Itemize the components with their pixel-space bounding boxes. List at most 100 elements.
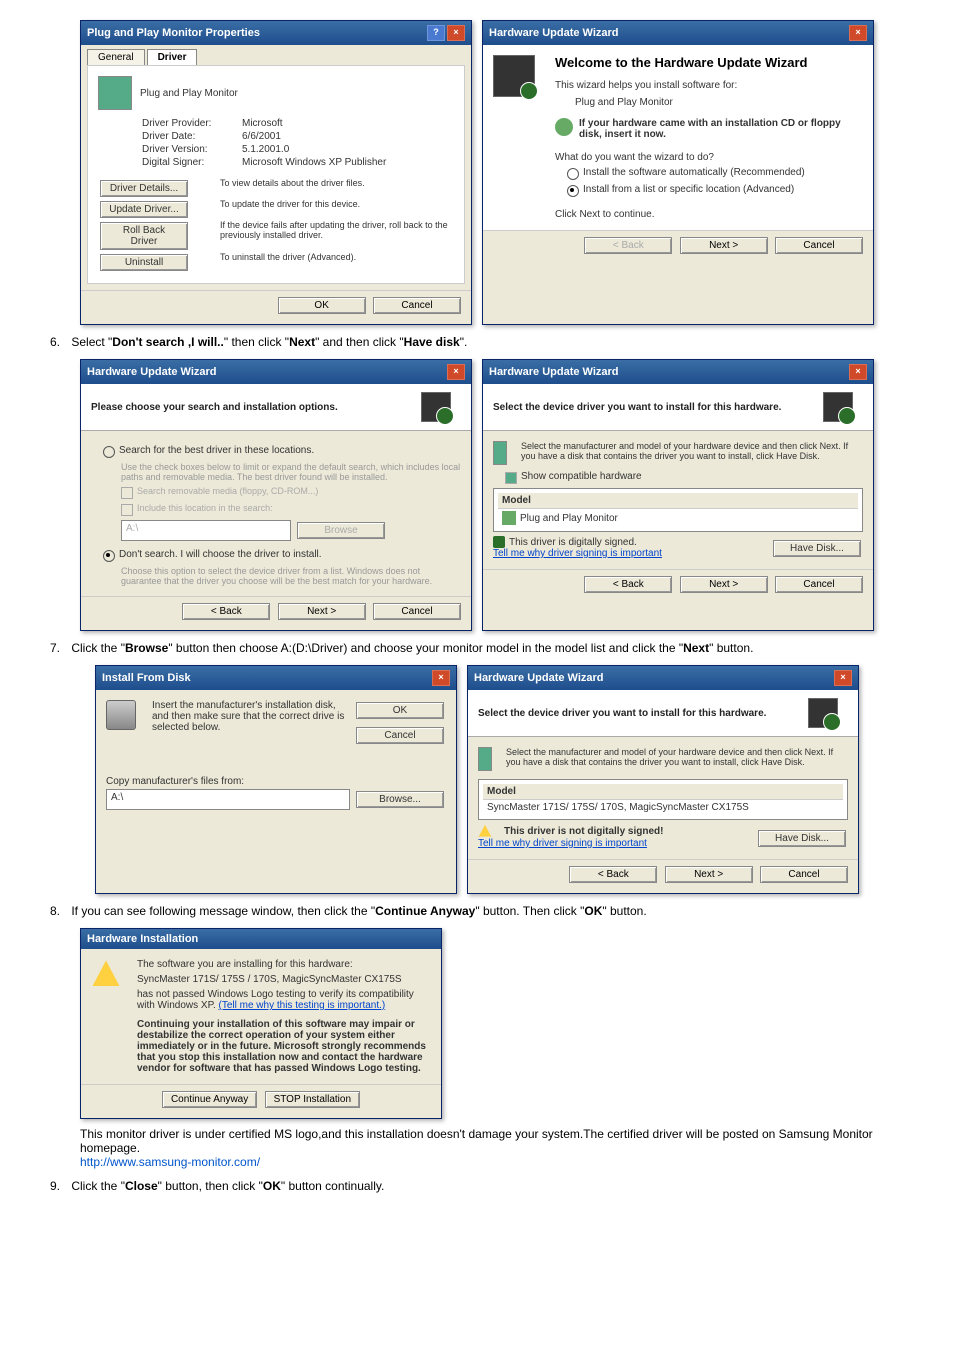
uninstall-button[interactable]: Uninstall <box>100 254 188 271</box>
text: This wizard helps you install software f… <box>555 80 863 91</box>
samsung-link[interactable]: http://www.samsung-monitor.com/ <box>80 1155 260 1169</box>
signed-text: This driver is not digitally signed! <box>504 826 663 837</box>
step6-text: Select "Don't search ,I will.." then cli… <box>71 335 467 349</box>
label: Driver Version: <box>142 144 232 155</box>
back-button[interactable]: < Back <box>569 866 657 883</box>
ok-button[interactable]: OK <box>356 702 444 719</box>
update-driver-button[interactable]: Update Driver... <box>100 201 188 218</box>
back-button: < Back <box>584 237 672 254</box>
dialog-title: Hardware Installation <box>87 933 198 945</box>
heading: Select the device driver you want to ins… <box>478 708 800 719</box>
driver-details-button[interactable]: Driver Details... <box>100 180 188 197</box>
radio-no-search[interactable] <box>103 550 115 562</box>
cancel-button[interactable]: Cancel <box>373 297 461 314</box>
desc: To uninstall the driver (Advanced). <box>220 252 356 262</box>
opt-advanced: Install from a list or specific location… <box>583 184 794 195</box>
install-from-disk-dialog: Install From Disk × Insert the manufactu… <box>95 665 457 894</box>
model-list[interactable]: Model Plug and Play Monitor <box>493 488 863 532</box>
heading: Select the device driver you want to ins… <box>493 402 815 413</box>
step-number: 6. <box>40 335 60 349</box>
model-list[interactable]: Model SyncMaster 171S/ 175S/ 170S, Magic… <box>478 779 848 820</box>
value: 6/6/2001 <box>242 131 281 142</box>
device-name: Plug and Play Monitor <box>575 97 863 108</box>
close-icon[interactable]: × <box>447 364 465 380</box>
dialog-title: Hardware Update Wizard <box>489 27 619 39</box>
step8-text: If you can see following message window,… <box>71 904 646 918</box>
dialog-title: Hardware Update Wizard <box>474 672 604 684</box>
radio-search[interactable] <box>103 446 115 458</box>
opt-search-sub: Use the check boxes below to limit or ex… <box>121 462 461 482</box>
wizard-select-driver-dialog: Hardware Update Wizard × Select the devi… <box>482 359 874 631</box>
opt-search: Search for the best driver in these loca… <box>119 445 314 456</box>
desc: If the device fails after updating the d… <box>220 220 454 240</box>
model-item[interactable]: SyncMaster 171S/ 175S/ 170S, MagicSyncMa… <box>483 800 843 815</box>
monitor-icon <box>478 747 492 771</box>
close-icon[interactable]: × <box>834 670 852 686</box>
browse-button[interactable]: Browse... <box>356 791 444 808</box>
continue-anyway-button[interactable]: Continue Anyway <box>162 1091 257 1108</box>
dialog-title: Hardware Update Wizard <box>87 366 217 378</box>
signed-icon <box>493 536 505 548</box>
cancel-button[interactable]: Cancel <box>760 866 848 883</box>
tab-general[interactable]: General <box>87 49 145 65</box>
chk-include-loc <box>121 504 133 516</box>
have-disk-button[interactable]: Have Disk... <box>758 830 846 847</box>
opt-no-search-sub: Choose this option to select the device … <box>121 566 461 586</box>
radio-advanced[interactable] <box>567 185 579 197</box>
tab-driver[interactable]: Driver <box>147 49 198 65</box>
rollback-driver-button[interactable]: Roll Back Driver <box>100 222 188 250</box>
device-heading: Plug and Play Monitor <box>140 88 238 99</box>
show-compat-label: Show compatible hardware <box>521 471 642 482</box>
wizard-search-options-dialog: Hardware Update Wizard × Please choose y… <box>80 359 472 631</box>
cancel-button[interactable]: Cancel <box>775 237 863 254</box>
model-item[interactable]: Plug and Play Monitor <box>520 513 618 524</box>
step9-text: Click the "Close" button, then click "OK… <box>71 1179 384 1193</box>
label: Driver Provider: <box>142 118 232 129</box>
signing-link[interactable]: Tell me why driver signing is important <box>478 838 647 849</box>
close-icon[interactable]: × <box>447 25 465 41</box>
cancel-button[interactable]: Cancel <box>356 727 444 744</box>
next-button[interactable]: Next > <box>665 866 753 883</box>
note-text: This monitor driver is under certified M… <box>80 1127 914 1169</box>
hardware-installation-warning-dialog: Hardware Installation The software you a… <box>80 928 442 1119</box>
step-number: 7. <box>40 641 60 655</box>
cancel-button[interactable]: Cancel <box>775 576 863 593</box>
ok-button[interactable]: OK <box>278 297 366 314</box>
stop-installation-button[interactable]: STOP Installation <box>265 1091 360 1108</box>
radio-auto[interactable] <box>567 168 579 180</box>
warning-text: Continuing your installation of this sof… <box>137 1019 431 1074</box>
model-header: Model <box>498 493 858 509</box>
close-icon[interactable]: × <box>849 364 867 380</box>
step-number: 9. <box>40 1179 60 1193</box>
wizard-welcome-dialog: Hardware Update Wizard × Welcome to the … <box>482 20 874 325</box>
desc: To update the driver for this device. <box>220 199 360 209</box>
heading: Please choose your search and installati… <box>91 402 413 413</box>
monitor-icon <box>493 441 507 465</box>
signed-text: This driver is digitally signed. <box>509 537 637 548</box>
back-button[interactable]: < Back <box>584 576 672 593</box>
continue-hint: Click Next to continue. <box>555 209 863 220</box>
next-button[interactable]: Next > <box>278 603 366 620</box>
next-button[interactable]: Next > <box>680 576 768 593</box>
path-input[interactable]: A:\ <box>106 789 350 810</box>
path-input: A:\ <box>121 520 291 541</box>
value: Microsoft <box>242 118 283 129</box>
browse-button: Browse <box>297 522 385 539</box>
back-button[interactable]: < Back <box>182 603 270 620</box>
wizard-icon <box>823 392 853 422</box>
next-button[interactable]: Next > <box>680 237 768 254</box>
help-icon[interactable]: ? <box>427 25 445 41</box>
chk-removable <box>121 487 133 499</box>
testing-link[interactable]: (Tell me why this testing is important.) <box>219 1000 386 1011</box>
close-icon[interactable]: × <box>849 25 867 41</box>
signing-link[interactable]: Tell me why driver signing is important <box>493 548 662 559</box>
close-icon[interactable]: × <box>432 670 450 686</box>
wizard-icon <box>493 55 535 97</box>
have-disk-button[interactable]: Have Disk... <box>773 540 861 557</box>
warning-icon <box>91 959 121 989</box>
chk-show-compat[interactable] <box>505 472 517 484</box>
cancel-button[interactable]: Cancel <box>373 603 461 620</box>
sub-text: Select the manufacturer and model of you… <box>506 747 848 771</box>
welcome-heading: Welcome to the Hardware Update Wizard <box>555 55 863 70</box>
sub-text: Select the manufacturer and model of you… <box>521 441 863 465</box>
